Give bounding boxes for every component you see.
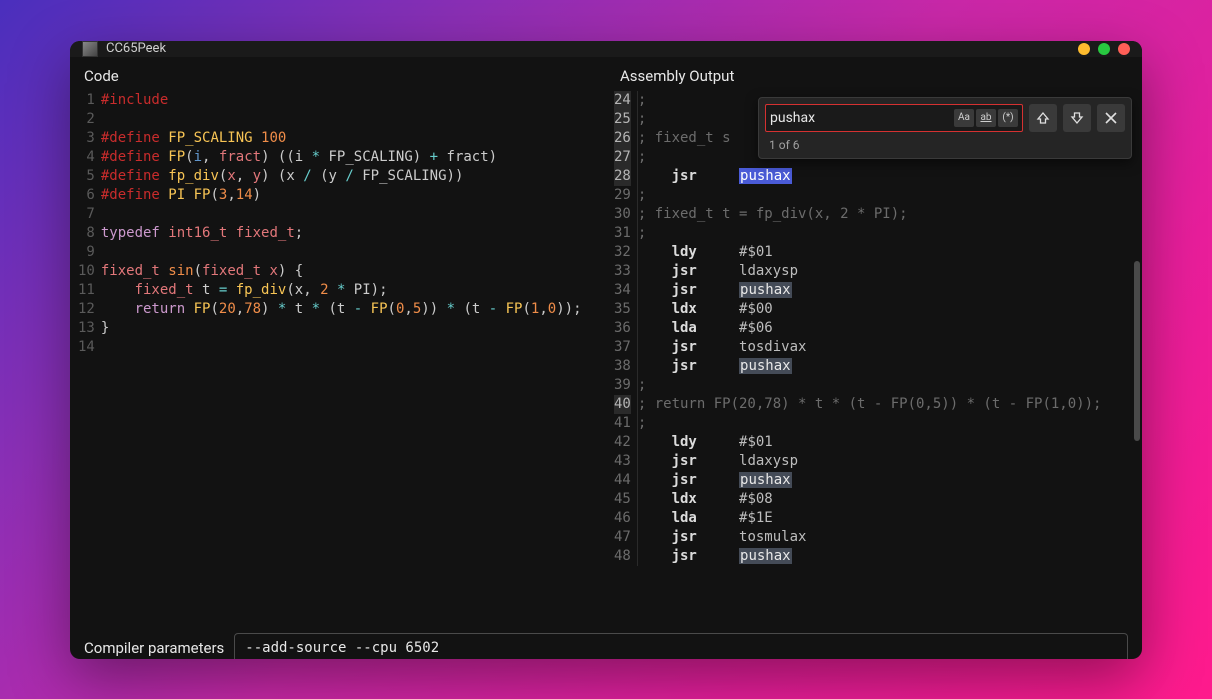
code-editor[interactable]: 1234567891011121314 #include #define FP_… <box>70 91 606 623</box>
code-body[interactable]: #include #define FP_SCALING 100#define F… <box>101 91 606 623</box>
close-icon <box>1105 112 1117 124</box>
titlebar: CC65Peek <box>70 41 1142 57</box>
arrow-up-icon <box>1036 111 1050 125</box>
arrow-down-icon <box>1070 111 1084 125</box>
find-input[interactable] <box>770 110 954 126</box>
minimize-button[interactable] <box>1078 43 1090 55</box>
asm-gutter: 2425262728293031323334353637383940414243… <box>606 91 637 623</box>
find-regex-toggle[interactable]: (*) <box>998 109 1018 127</box>
panes: Code 1234567891011121314 #include #defin… <box>70 57 1142 623</box>
asm-body[interactable]: ;;; fixed_t s; jsr pushax;; fixed_t t = … <box>637 91 1142 623</box>
asm-editor[interactable]: 2425262728293031323334353637383940414243… <box>606 91 1142 623</box>
code-pane: Code 1234567891011121314 #include #defin… <box>70 57 606 623</box>
find-whole-word-toggle[interactable]: ab <box>976 109 996 127</box>
code-gutter: 1234567891011121314 <box>70 91 101 623</box>
find-widget: Aa ab (*) <box>758 97 1132 159</box>
find-input-wrap: Aa ab (*) <box>765 104 1023 132</box>
close-button[interactable] <box>1118 43 1130 55</box>
window-controls <box>1078 43 1130 55</box>
asm-pane-title: Assembly Output <box>606 57 1142 91</box>
params-input[interactable] <box>234 633 1128 659</box>
maximize-button[interactable] <box>1098 43 1110 55</box>
asm-pane: Assembly Output 242526272829303132333435… <box>606 57 1142 623</box>
find-next-button[interactable] <box>1063 104 1091 132</box>
find-match-case-toggle[interactable]: Aa <box>954 109 974 127</box>
asm-scrollbar[interactable] <box>1134 261 1140 441</box>
app-window: CC65Peek Code 1234567891011121314 #inclu… <box>70 41 1142 659</box>
code-pane-title: Code <box>70 57 606 91</box>
app-title: CC65Peek <box>106 41 166 56</box>
content-area: Code 1234567891011121314 #include #defin… <box>70 57 1142 659</box>
find-status: 1 of 6 <box>765 138 1125 152</box>
find-close-button[interactable] <box>1097 104 1125 132</box>
app-icon <box>82 41 98 57</box>
params-bar: Compiler parameters <box>70 623 1142 659</box>
find-prev-button[interactable] <box>1029 104 1057 132</box>
params-label: Compiler parameters <box>84 639 224 657</box>
